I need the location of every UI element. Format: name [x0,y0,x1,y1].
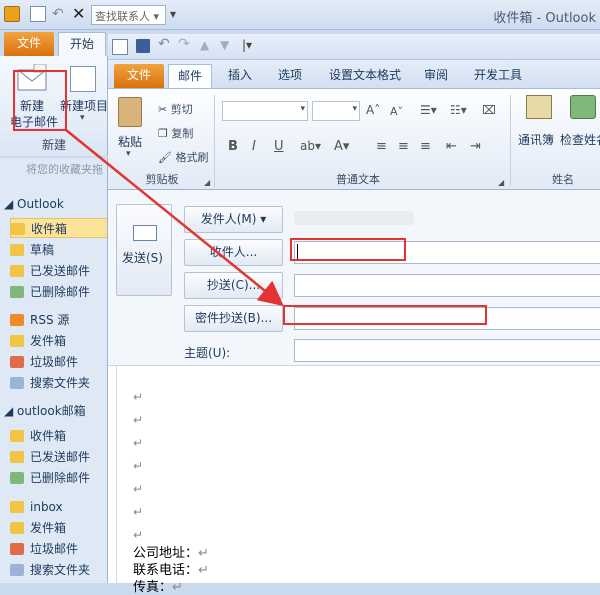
annotation-arrow [65,129,284,307]
